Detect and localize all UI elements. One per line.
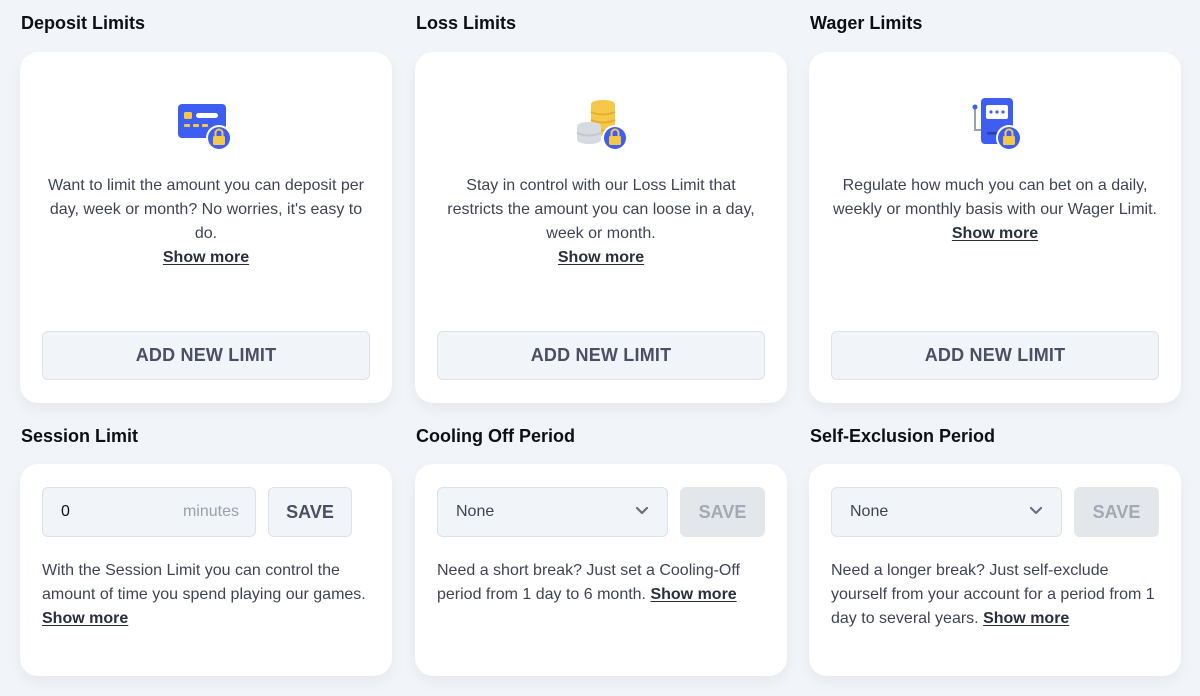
- deposit-limits-description: Want to limit the amount you can deposit…: [42, 174, 370, 270]
- wager-limits-card: Regulate how much you can bet on a daily…: [809, 52, 1181, 403]
- wager-limits-title: Wager Limits: [810, 13, 923, 33]
- show-more-link[interactable]: Show more: [983, 610, 1069, 627]
- show-more-link[interactable]: Show more: [650, 586, 736, 603]
- chevron-down-icon: [635, 506, 649, 515]
- wager-limits-description: Regulate how much you can bet on a daily…: [831, 174, 1159, 246]
- show-more-link[interactable]: Show more: [42, 246, 370, 270]
- description-text: Stay in control with our Loss Limit that…: [447, 177, 755, 242]
- self-exclusion-description: Need a longer break? Just self-exclude y…: [831, 559, 1159, 631]
- session-limit-card: 0 minutes SAVE With the Session Limit yo…: [20, 464, 392, 676]
- self-exclusion-title: Self-Exclusion Period: [810, 426, 996, 446]
- add-deposit-limit-button[interactable]: ADD NEW LIMIT: [42, 331, 370, 380]
- show-more-link[interactable]: Show more: [42, 610, 128, 627]
- session-limit-description: With the Session Limit you can control t…: [42, 559, 370, 631]
- session-limit-title: Session Limit: [21, 426, 139, 446]
- coins-lock-icon: [571, 96, 631, 152]
- loss-limits-card: Stay in control with our Loss Limit that…: [415, 52, 787, 403]
- cooling-off-select[interactable]: None: [437, 487, 668, 537]
- description-text: Want to limit the amount you can deposit…: [47, 177, 364, 242]
- deposit-limits-card: Want to limit the amount you can deposit…: [20, 52, 392, 403]
- selected-value: None: [456, 503, 495, 520]
- show-more-link[interactable]: Show more: [437, 246, 765, 270]
- description-text: With the Session Limit you can control t…: [42, 562, 366, 603]
- add-wager-limit-button[interactable]: ADD NEW LIMIT: [831, 331, 1159, 380]
- self-exclusion-save-button[interactable]: SAVE: [1074, 487, 1159, 537]
- loss-limits-title: Loss Limits: [416, 13, 517, 33]
- session-minutes-input[interactable]: 0 minutes: [42, 487, 256, 537]
- cooling-off-description: Need a short break? Just set a Cooling-O…: [437, 559, 765, 607]
- minutes-value: 0: [61, 503, 70, 520]
- slot-machine-lock-icon: [965, 96, 1025, 152]
- loss-limits-description: Stay in control with our Loss Limit that…: [437, 174, 765, 270]
- show-more-link[interactable]: Show more: [831, 222, 1159, 246]
- self-exclusion-select[interactable]: None: [831, 487, 1062, 537]
- description-text: Regulate how much you can bet on a daily…: [833, 177, 1157, 218]
- minutes-suffix: minutes: [182, 503, 239, 520]
- session-save-button[interactable]: SAVE: [268, 487, 352, 537]
- cooling-off-card: None SAVE Need a short break? Just set a…: [415, 464, 787, 676]
- deposit-limits-title: Deposit Limits: [21, 13, 146, 33]
- add-loss-limit-button[interactable]: ADD NEW LIMIT: [437, 331, 765, 380]
- self-exclusion-card: None SAVE Need a longer break? Just self…: [809, 464, 1181, 676]
- cooling-off-save-button[interactable]: SAVE: [680, 487, 765, 537]
- chevron-down-icon: [1029, 506, 1043, 515]
- credit-card-lock-icon: [176, 96, 236, 152]
- cooling-off-title: Cooling Off Period: [416, 426, 575, 446]
- selected-value: None: [850, 503, 889, 520]
